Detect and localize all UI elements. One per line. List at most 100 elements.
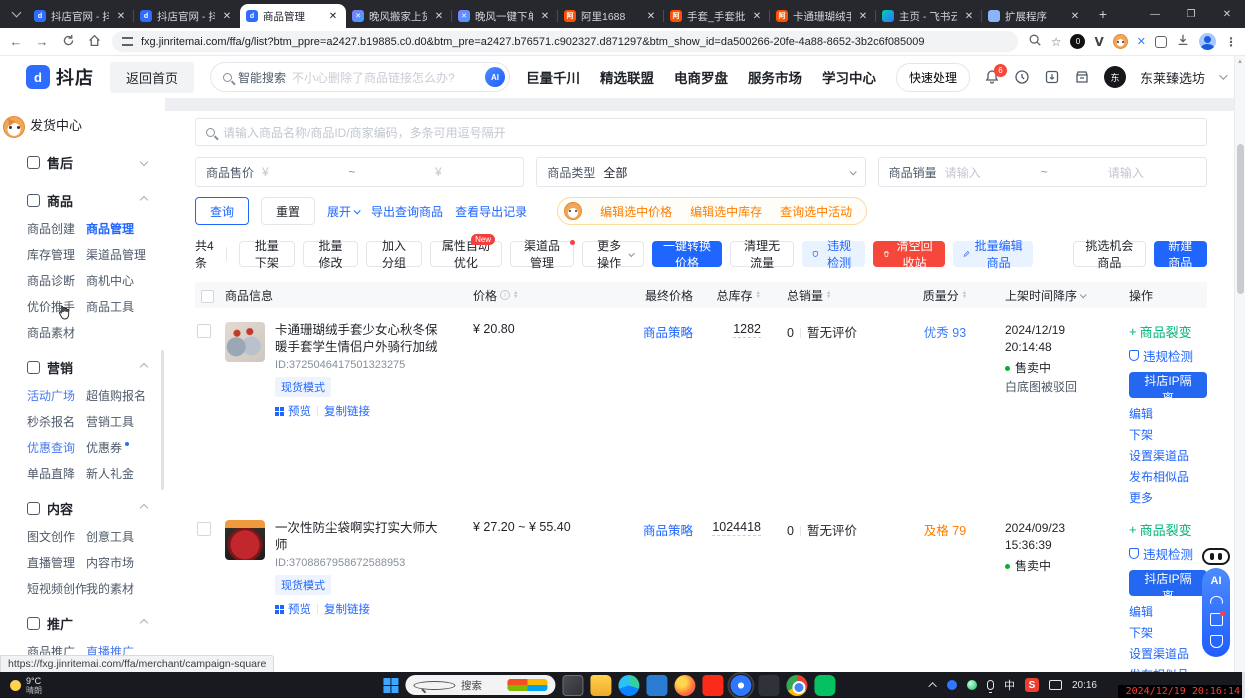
browser-tab[interactable]: d 抖店官网 - 抖音小 [134,4,240,28]
edit-link[interactable]: 编辑 [1129,603,1189,620]
col-stock[interactable]: 总库存 ▲▼ [693,287,761,304]
pick-opportunity-button[interactable]: 挑选机会商品 [1073,241,1145,267]
scroll-up-icon[interactable]: ▲ [1237,59,1243,65]
sidebar-item-product-diagnose[interactable]: 商品诊断 [27,272,86,289]
sidebar-item-article-create[interactable]: 图文创作 [27,528,86,545]
scrollbar-thumb[interactable] [1237,144,1244,294]
violation-check-button[interactable]: 违规检测 [802,241,865,267]
expand-filters-link[interactable]: 展开 [327,203,359,220]
douyin-ip-tool-button[interactable]: 抖店IP隔离 [1129,570,1207,596]
product-title[interactable]: 一次性防尘袋啊实打实大师大师 [275,520,443,554]
sidebar-group-content[interactable]: 内容 [0,496,165,520]
tab-close-icon[interactable] [432,9,446,23]
row-checkbox[interactable] [197,324,211,338]
violation-check-link[interactable]: 违规检测 [1129,346,1193,365]
adblock-extension-icon[interactable]: 0 [1070,34,1085,49]
offshelf-link[interactable]: 下架 [1129,426,1189,443]
browser-tab[interactable]: ✕ 晚风一键下单 - 步 [452,4,558,28]
sidebar-item-creative-tools[interactable]: 创意工具 [86,528,165,545]
nav-compass[interactable]: 电商罗盘 [674,67,728,87]
home-icon[interactable] [86,34,102,50]
taskbar-clock[interactable]: 20:16 [1072,680,1097,691]
strategy-link[interactable]: 商品策略 [643,326,693,340]
set-channel-link[interactable]: 设置渠道品 [1129,645,1189,662]
batch-modify-button[interactable]: 批量修改 [303,241,359,267]
export-history-link[interactable]: 查看导出记录 [455,203,527,220]
sidebar-item-newbie-gift[interactable]: 新人礼金 [86,465,165,482]
box-extension-icon[interactable] [1155,36,1167,48]
sidebar-item-live-manage[interactable]: 直播管理 [27,554,86,571]
sidebar-item-marketing-tools[interactable]: 营销工具 [86,413,165,430]
quality-score[interactable]: 及格 79 [924,524,966,538]
ai-assistant-widget[interactable]: AI [1201,548,1231,657]
edit-selected-price-button[interactable]: 编辑选中价格 [600,203,672,220]
empty-recycle-button[interactable]: 清空回收站 [873,241,945,267]
sidebar-group-marketing[interactable]: 营销 [0,355,165,379]
taskbar-weather[interactable]: 9°C晴朗 [0,676,52,695]
tab-close-icon[interactable] [220,9,234,23]
sidebar-item-flash-sale[interactable]: 秒杀报名 [27,413,86,430]
doudian-logo[interactable]: d 抖店 [26,64,94,90]
shop-avatar[interactable]: 东 [1104,66,1126,88]
window-maximize-button[interactable]: ❐ [1173,0,1209,28]
smart-search-input[interactable]: 智能搜索 不小心删除了商品链接怎么办? AI [210,62,510,92]
tab-search-chevron-icon[interactable] [6,4,26,24]
preview-link[interactable]: 预览 [288,601,311,617]
sidebar-item-product-create[interactable]: 商品创建 [27,220,86,237]
ai-eyes-icon[interactable] [1202,548,1230,565]
sidebar-item-content-market[interactable]: 内容市场 [86,554,165,571]
col-sales[interactable]: 总销量 ▲▼ [761,287,893,304]
tab-close-icon[interactable] [962,9,976,23]
taskbar-search[interactable]: 搜索 [405,675,555,695]
more-operations-button[interactable]: 更多操作 [582,241,644,267]
publish-similar-link[interactable]: 发布相似品 [1129,468,1189,485]
v-extension-icon[interactable]: Ⅴ [1094,35,1103,49]
col-time-sort[interactable]: 上架时间降序 [997,287,1121,304]
download-center-icon[interactable] [1044,69,1060,85]
tray-app-icon[interactable] [967,680,977,690]
tray-s-app-icon[interactable]: S [1025,678,1039,692]
product-search-input[interactable]: 请输入商品名称/商品ID/商家编码，多条可用逗号隔开 [195,118,1207,146]
sidebar-group-promotion[interactable]: 推广 [0,611,165,635]
tab-close-icon[interactable] [114,9,128,23]
active-recorder-app-icon[interactable] [730,675,751,696]
browser-tab[interactable]: 阿 阿里1688 [558,4,664,28]
sidebar-group-aftersale[interactable]: 售后 [0,150,165,174]
nav-qianchuan[interactable]: 巨量千川 [526,67,580,87]
stock-value[interactable]: 1024418 [712,520,761,536]
window-close-button[interactable]: ✕ [1209,0,1245,28]
forward-icon[interactable]: → [34,34,50,49]
product-fission-link[interactable]: 商品裂变 [1129,520,1192,539]
message-center-icon[interactable] [1014,69,1030,85]
tray-expand-icon[interactable] [928,682,936,690]
browser-tab[interactable]: 扩展程序 [982,4,1088,28]
row-checkbox[interactable] [197,522,211,536]
firefox-icon[interactable] [674,675,695,696]
channel-mgmt-button[interactable]: 渠道品管理 [510,241,574,267]
preview-link[interactable]: 预览 [288,403,311,419]
offshelf-link[interactable]: 下架 [1129,624,1189,641]
douyin-ip-tool-button[interactable]: 抖店IP隔离 [1129,372,1207,398]
product-title[interactable]: 卡通珊瑚绒手套少女心秋冬保暖手套学生情侣户外骑行加绒防寒手套 [275,322,443,356]
sidebar-scrollbar[interactable] [161,350,164,490]
clean-traffic-button[interactable]: 清理无流量 [730,241,794,267]
sidebar-item-product-material[interactable]: 商品素材 [27,324,86,341]
price-range-filter[interactable]: 商品售价 ¥ ~ ¥ [195,157,524,187]
sidebar-group-product[interactable]: 商品 [0,188,165,212]
copy-link[interactable]: 复制链接 [324,601,370,617]
tab-close-icon[interactable] [750,9,764,23]
sidebar-item-single-discount[interactable]: 单品直降 [27,465,86,482]
create-goods-button[interactable]: 新建商品 [1154,241,1208,267]
ai-label[interactable]: AI [1211,575,1222,587]
convert-price-button[interactable]: 一键转换价格 [652,241,722,267]
copy-link[interactable]: 复制链接 [324,403,370,419]
new-tab-button[interactable] [1092,3,1114,25]
tab-close-icon[interactable] [644,9,658,23]
downloads-icon[interactable] [1176,33,1190,50]
sidebar-item-coupon[interactable]: 优惠券 [86,439,165,456]
zoom-icon[interactable] [1028,33,1042,50]
reset-button[interactable]: 重置 [261,197,315,225]
edge-browser-icon[interactable] [618,675,639,696]
add-to-group-button[interactable]: 加入分组 [366,241,422,267]
sidebar-item-opportunity-center[interactable]: 商机中心 [86,272,165,289]
